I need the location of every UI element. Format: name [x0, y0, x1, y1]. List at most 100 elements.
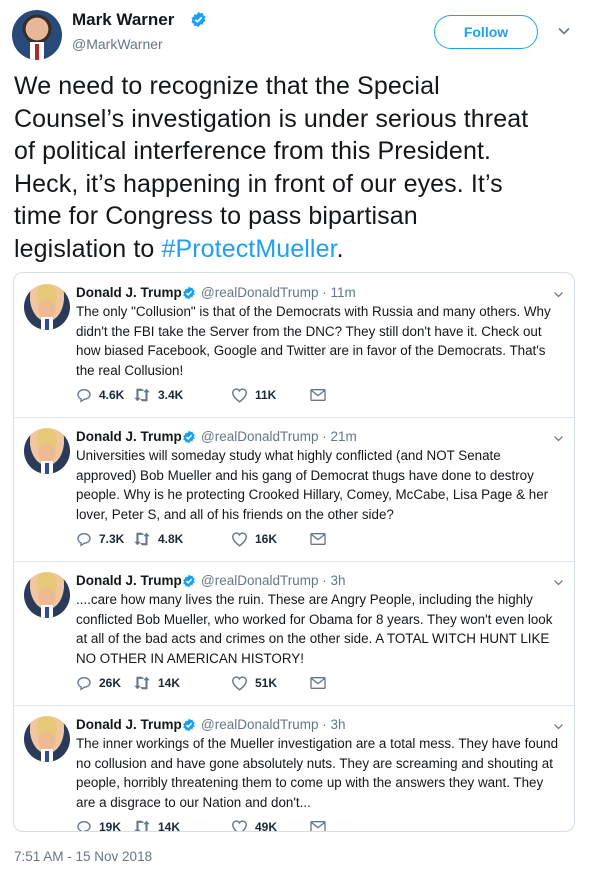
quoted-text-line: people, horribly threatening them to com…	[76, 775, 544, 790]
direct-message-button[interactable]	[310, 818, 333, 831]
quoted-text: ....care how many lives the ruin. These …	[76, 590, 561, 668]
quoted-text-line: the real Collusion!	[76, 362, 184, 378]
quoted-handle-time[interactable]: @realDonaldTrump · 3h	[201, 717, 346, 732]
verified-badge-icon	[183, 574, 195, 588]
follow-button[interactable]: Follow	[434, 15, 538, 49]
reply-count: 19K	[99, 820, 122, 832]
quoted-text-line: approved) Bob Mueller and his gang of De…	[76, 467, 534, 483]
retweet-icon	[134, 820, 150, 831]
direct-message-button[interactable]	[310, 674, 333, 692]
tweet-line-end: .	[336, 234, 344, 263]
quoted-text: Universities will someday study what hig…	[76, 446, 561, 524]
retweet-icon	[134, 532, 150, 546]
quoted-text: The inner workings of the Mueller invest…	[76, 734, 561, 812]
author-handle[interactable]: @MarkWarner	[72, 36, 163, 52]
quoted-author-name[interactable]: Donald J. Trump	[76, 285, 182, 300]
chevron-down-icon[interactable]	[553, 289, 564, 300]
reply-count: 4.6K	[99, 388, 125, 402]
quoted-actions: 19K 14K 49K	[76, 818, 376, 832]
quoted-avatar[interactable]	[24, 284, 70, 330]
direct-message-button[interactable]	[310, 386, 333, 404]
like-icon	[232, 388, 247, 403]
tweet-line: legislation to	[14, 234, 162, 263]
quoted-handle-time[interactable]: @realDonaldTrump · 11m	[201, 285, 356, 300]
retweet-button[interactable]: 3.4K	[133, 386, 183, 404]
like-button[interactable]: 51K	[231, 674, 277, 692]
quoted-text-line: people. Why is he protecting Crooked Hil…	[76, 487, 549, 502]
like-icon	[232, 820, 247, 831]
tweet-line: time for Congress to pass bipartisan	[14, 202, 418, 230]
reply-button[interactable]: 19K	[76, 818, 122, 832]
quoted-tweet[interactable]: Donald J. Trump @realDonaldTrump · 21m Uni…	[14, 417, 574, 562]
quoted-avatar[interactable]	[24, 428, 70, 474]
tweet-line: Heck, it’s happening in front of our eye…	[14, 169, 503, 198]
retweet-count: 3.4K	[158, 388, 184, 402]
hashtag-link[interactable]: #ProtectMueller	[161, 235, 336, 263]
verified-badge-icon	[191, 11, 206, 28]
tweet-line: of political interference from this Pres…	[14, 137, 492, 165]
reply-button[interactable]: 26K	[76, 674, 121, 692]
like-button[interactable]: 49K	[231, 818, 278, 832]
reply-count: 7.3K	[99, 532, 125, 546]
quoted-actions: 26K 14K 51K	[76, 674, 376, 692]
reply-button[interactable]: 7.3K	[76, 530, 124, 548]
like-count: 49K	[255, 820, 278, 832]
retweet-icon	[134, 388, 150, 402]
like-button[interactable]: 16K	[231, 530, 277, 548]
quoted-actions: 7.3K 4.8K 16K	[76, 530, 376, 548]
quoted-text-line: ....care how many lives the ruin. These …	[76, 592, 533, 607]
direct-message-icon	[310, 389, 326, 401]
tweet-text: We need to recognize that the Special Co…	[14, 70, 580, 265]
chevron-down-icon[interactable]	[553, 433, 564, 444]
retweet-icon	[134, 676, 150, 690]
quoted-tweet[interactable]: Donald J. Trump @realDonaldTrump · 11m The…	[14, 273, 574, 418]
like-icon	[232, 676, 247, 691]
retweet-button[interactable]: 14K	[133, 674, 180, 692]
author-name[interactable]: Mark Warner	[72, 10, 174, 30]
quoted-tweet[interactable]: Donald J. Trump @realDonaldTrump · 3h The …	[14, 705, 574, 832]
quoted-avatar[interactable]	[24, 572, 70, 618]
chevron-down-icon[interactable]	[557, 24, 571, 38]
quoted-handle-time[interactable]: @realDonaldTrump · 3h	[201, 573, 346, 588]
direct-message-icon	[310, 677, 326, 689]
quoted-text-line: The inner workings of the Mueller invest…	[76, 736, 559, 751]
quoted-text-line: no collusion and have gone absolutely nu…	[76, 755, 553, 771]
chevron-down-icon[interactable]	[553, 721, 564, 732]
reply-icon	[77, 676, 91, 691]
quoted-author-name[interactable]: Donald J. Trump	[76, 429, 182, 444]
direct-message-icon	[310, 821, 326, 831]
quoted-tweet[interactable]: Donald J. Trump @realDonaldTrump · 3h....…	[14, 561, 574, 706]
chevron-down-icon[interactable]	[553, 577, 564, 588]
verified-badge-icon	[183, 286, 195, 300]
quoted-tweets-card[interactable]: Donald J. Trump @realDonaldTrump · 11m The…	[13, 272, 575, 832]
tweet-timestamp[interactable]: 7:51 AM - 15 Nov 2018	[14, 849, 152, 864]
direct-message-button[interactable]	[310, 530, 333, 548]
author-avatar[interactable]	[12, 10, 62, 60]
quoted-actions: 4.6K 3.4K 11K	[76, 386, 376, 404]
reply-icon	[77, 388, 91, 403]
quoted-text-line: didn't the FBI take the Server from the …	[76, 323, 542, 339]
quoted-author-name[interactable]: Donald J. Trump	[76, 717, 182, 732]
quoted-text-line: lover, Peter S, and all of his friends o…	[76, 506, 394, 522]
quoted-text-line: The only "Collusion" is that of the Demo…	[76, 304, 551, 319]
quoted-text-line: conflicted Bob Mueller, who worked for O…	[76, 611, 553, 627]
quoted-author-name[interactable]: Donald J. Trump	[76, 573, 182, 588]
quoted-handle-time[interactable]: @realDonaldTrump · 21m	[201, 429, 357, 444]
verified-badge-icon	[183, 430, 195, 444]
reply-button[interactable]: 4.6K	[76, 386, 124, 404]
like-button[interactable]: 11K	[231, 386, 276, 404]
retweet-count: 14K	[158, 820, 181, 832]
retweet-button[interactable]: 4.8K	[133, 530, 183, 548]
quoted-text-line: at all of the bad acts and crimes on the…	[76, 631, 550, 646]
reply-count: 26K	[99, 676, 122, 690]
retweet-button[interactable]: 14K	[133, 818, 181, 832]
quoted-text-line: Universities will someday study what hig…	[76, 448, 501, 463]
like-count: 51K	[255, 676, 278, 690]
retweet-count: 4.8K	[158, 532, 184, 546]
verified-badge-icon	[183, 718, 195, 732]
quoted-avatar[interactable]	[24, 716, 70, 762]
quoted-text-line: NO OTHER IN AMERICAN HISTORY!	[76, 650, 304, 666]
reply-icon	[77, 820, 91, 831]
direct-message-icon	[310, 533, 326, 545]
tweet-line: We need to recognize that the Special	[14, 72, 440, 100]
